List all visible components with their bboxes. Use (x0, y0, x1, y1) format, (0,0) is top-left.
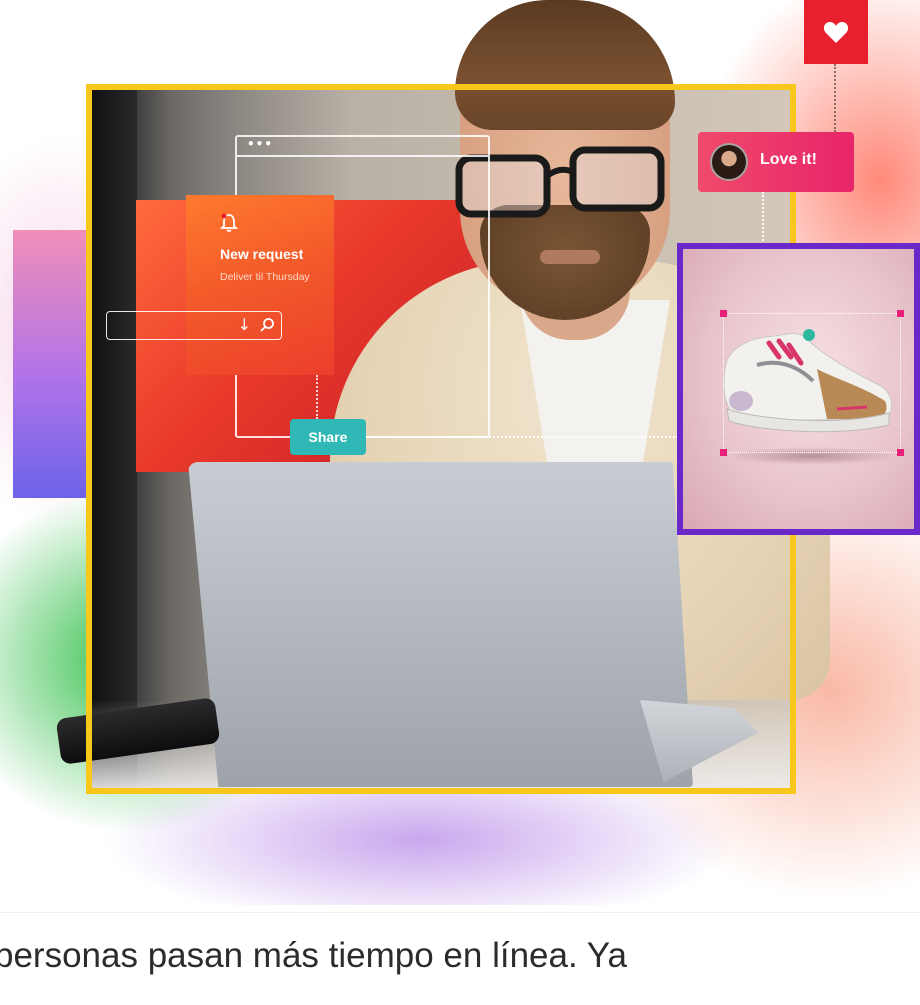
notification-card[interactable]: New request Deliver til Thursday (186, 195, 334, 375)
divider (0, 912, 920, 913)
product-card[interactable] (677, 243, 920, 535)
reaction-tag[interactable]: Love it! (698, 132, 854, 192)
heart-connector (834, 64, 836, 132)
browser-titlebar: ••• (237, 137, 488, 157)
avatar (710, 143, 748, 181)
arrow-down-icon: ↓ (237, 315, 251, 334)
reaction-label: Love it! (760, 151, 817, 168)
notification-title: New request (220, 246, 304, 262)
search-icon[interactable] (259, 317, 275, 333)
search-input[interactable]: ↓ (106, 311, 282, 340)
bell-icon (220, 213, 238, 232)
selection-box[interactable] (720, 310, 904, 456)
like-button[interactable] (804, 0, 868, 64)
heart-icon (823, 22, 849, 43)
resize-handle[interactable] (897, 310, 904, 317)
article-text: personas pasan más tiempo en línea. Ya (0, 936, 627, 975)
share-connector (366, 436, 678, 438)
reaction-connector (762, 192, 764, 248)
hero-illustration: ••• New request Deliver til Thursday ↓ S… (0, 0, 920, 905)
resize-handle[interactable] (897, 449, 904, 456)
gradient-strip (13, 230, 93, 498)
share-button[interactable]: Share (290, 419, 366, 455)
window-dots-icon: ••• (247, 137, 274, 151)
resize-handle[interactable] (720, 449, 727, 456)
resize-handle[interactable] (720, 310, 727, 317)
notification-subtitle: Deliver til Thursday (220, 271, 310, 283)
